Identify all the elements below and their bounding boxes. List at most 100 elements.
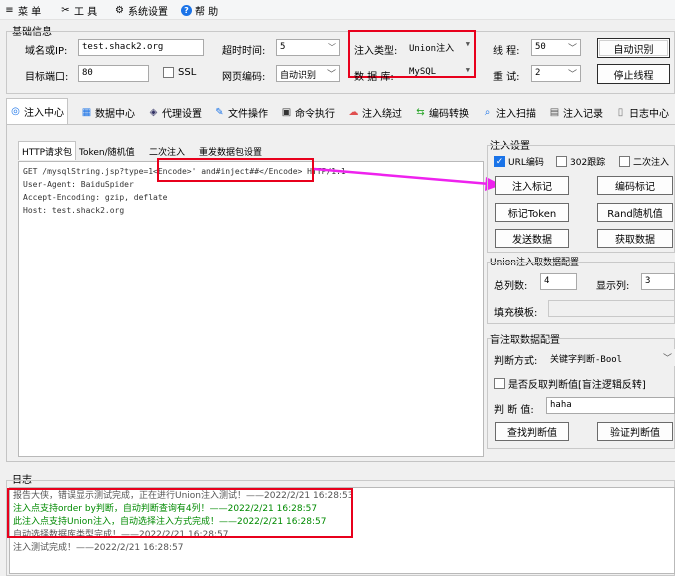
verify-judge-value-button[interactable]: 验证判断值 xyxy=(597,422,673,441)
follow-302-label: 302跟踪 xyxy=(570,158,606,168)
port-label: 目标端口: xyxy=(25,72,69,83)
menu-tools[interactable]: ✂ 工 具 xyxy=(60,3,97,18)
tab-label: 注入记录 xyxy=(563,108,603,120)
records-icon: ▤ xyxy=(549,106,560,118)
retry-label: 重 试: xyxy=(493,72,520,83)
tab-label: 数据中心 xyxy=(95,108,135,120)
encode-mark-button[interactable]: 编码标记 xyxy=(597,176,673,195)
ssl-checkbox[interactable] xyxy=(163,67,174,78)
request-line-4: Host: test.shack2.org xyxy=(23,206,125,215)
threads-label: 线 程: xyxy=(493,46,520,57)
timeout-input[interactable]: 5 ﹀ xyxy=(276,39,340,56)
rand-mark-button[interactable]: Rand随机值 xyxy=(597,203,673,222)
tab-label: 注入绕过 xyxy=(362,108,402,120)
tab-encode-convert[interactable]: ⇆ 编码转换 xyxy=(415,100,469,124)
ssl-label: SSL xyxy=(178,67,197,78)
token-mark-button[interactable]: 标记Token xyxy=(495,203,569,222)
tab-label: 编码转换 xyxy=(429,108,469,120)
tab-label: 文件操作 xyxy=(228,108,268,120)
search-icon: ⌕ xyxy=(484,106,491,118)
ssl-option[interactable]: SSL xyxy=(163,67,196,78)
judge-value-label: 判 断 值: xyxy=(494,405,534,416)
threads-select[interactable]: 50 ﹀ xyxy=(531,39,581,56)
highlight-box-log xyxy=(7,488,353,538)
tab-command-exec[interactable]: ▣ 命令执行 xyxy=(281,100,335,124)
chevron-down-icon: ﹀ xyxy=(662,354,672,364)
request-editor[interactable]: GET /mysqlString.jsp?type=1<Encode>' and… xyxy=(18,161,484,457)
menu-help[interactable]: ? 帮 助 xyxy=(181,3,218,18)
tab-label: 代理设置 xyxy=(162,108,202,120)
threads-value: 50 xyxy=(535,42,546,52)
judge-method-select[interactable]: 关键字判断-Bool ﹀ xyxy=(546,349,675,366)
inject-mark-button[interactable]: 注入标记 xyxy=(495,176,569,195)
tab-proxy-settings[interactable]: ◈ 代理设置 xyxy=(148,100,202,124)
chevron-down-icon: ﹀ xyxy=(567,70,577,80)
port-input[interactable]: 80 xyxy=(78,65,149,82)
tab-label: 注入中心 xyxy=(24,108,64,119)
tab-label: 命令执行 xyxy=(295,108,335,120)
menu-help-label: 帮 助 xyxy=(195,7,219,18)
tab-inject-records[interactable]: ▤ 注入记录 xyxy=(549,100,603,124)
gear-icon: ⚙ xyxy=(115,5,124,16)
send-data-button[interactable]: 发送数据 xyxy=(495,229,569,248)
menu-tools-label: 工 具 xyxy=(74,7,98,18)
url-encode-option[interactable]: ✓ URL编码 xyxy=(494,155,544,168)
domain-label: 域名或IP: xyxy=(25,46,68,57)
scissors-icon: ✂ xyxy=(61,5,70,16)
fetch-data-button[interactable]: 获取数据 xyxy=(597,229,673,248)
tab-inject-bypass[interactable]: ☁ 注入绕过 xyxy=(348,100,403,124)
subtab-http-request[interactable]: HTTP请求包 xyxy=(18,141,77,160)
tab-inject-center[interactable]: ◎ 注入中心 xyxy=(6,98,68,124)
second-inject-option[interactable]: 二次注入 xyxy=(619,155,669,168)
main-tabbar: ◎ 注入中心 ▦ 数据中心 ◈ 代理设置 ✎ 文件操作 ▣ 命令执行 ☁ 注入绕… xyxy=(6,98,675,124)
tab-inject-scan[interactable]: ⌕ 注入扫描 xyxy=(482,100,536,124)
follow-302-option[interactable]: 302跟踪 xyxy=(556,155,605,168)
inject-type-select[interactable]: Union注入 ▼ xyxy=(406,39,473,56)
encoding-value: 自动识别 xyxy=(280,71,317,81)
tab-log-center[interactable]: ▯ 日志中心 xyxy=(615,100,669,124)
second-inject-label: 二次注入 xyxy=(633,158,670,168)
stop-threads-button[interactable]: 停止线程 xyxy=(597,64,670,84)
caret-down-icon: ▼ xyxy=(465,66,470,74)
show-col-input[interactable]: 3 xyxy=(641,273,675,290)
convert-icon: ⇆ xyxy=(416,106,425,118)
encoding-select[interactable]: 自动识别 ﹀ xyxy=(276,65,340,82)
grid-icon: ▦ xyxy=(81,106,92,118)
db-value: MySQL xyxy=(409,67,437,77)
second-inject-checkbox[interactable] xyxy=(619,156,630,167)
cloud-icon: ☁ xyxy=(348,106,359,118)
tab-data-center[interactable]: ▦ 数据中心 xyxy=(81,100,135,124)
chevron-down-icon: ﹀ xyxy=(328,43,336,52)
subtab-token[interactable]: Token/随机值 xyxy=(76,142,138,160)
chevron-down-icon: ﹀ xyxy=(567,44,577,54)
help-icon: ? xyxy=(181,5,192,16)
reverse-judge-checkbox[interactable] xyxy=(494,378,505,389)
encoding-label: 网页编码: xyxy=(222,72,266,83)
menu-icon: ≡ xyxy=(5,5,14,16)
fill-template-input[interactable] xyxy=(548,300,675,317)
highlight-box-inject-marker xyxy=(157,158,314,182)
inject-type-value: Union注入 xyxy=(409,44,455,54)
reverse-judge-option[interactable]: 是否反取判断值[盲注逻辑反转] xyxy=(494,376,646,391)
cols-label: 总列数: xyxy=(494,281,528,292)
menu-main[interactable]: ≡ 菜 单 xyxy=(4,3,41,18)
log-line: 注入测试完成！——2022/2/21 16:28:57 xyxy=(13,543,184,553)
fill-template-label: 填充模板: xyxy=(494,308,538,319)
judge-method-label: 判断方式: xyxy=(494,356,538,367)
auto-detect-button[interactable]: 自动识别 xyxy=(597,38,670,58)
menu-settings[interactable]: ⚙ 系统设置 xyxy=(114,3,168,18)
url-encode-checkbox[interactable]: ✓ xyxy=(494,156,505,167)
db-select[interactable]: MySQL ▼ xyxy=(406,65,473,82)
chevron-down-icon: ﹀ xyxy=(326,70,336,80)
timeout-label: 超时时间: xyxy=(222,46,266,57)
cols-input[interactable]: 4 xyxy=(540,273,577,290)
retry-value: 2 xyxy=(535,68,541,78)
tab-label: 注入扫描 xyxy=(496,108,536,120)
retry-select[interactable]: 2 ﹀ xyxy=(531,65,581,82)
tab-file-ops[interactable]: ✎ 文件操作 xyxy=(214,100,268,124)
follow-302-checkbox[interactable] xyxy=(556,156,567,167)
judge-value-input[interactable]: haha xyxy=(546,397,675,414)
domain-input[interactable]: test.shack2.org xyxy=(78,39,204,56)
find-judge-value-button[interactable]: 查找判断值 xyxy=(495,422,569,441)
menu-main-label: 菜 单 xyxy=(18,7,42,18)
